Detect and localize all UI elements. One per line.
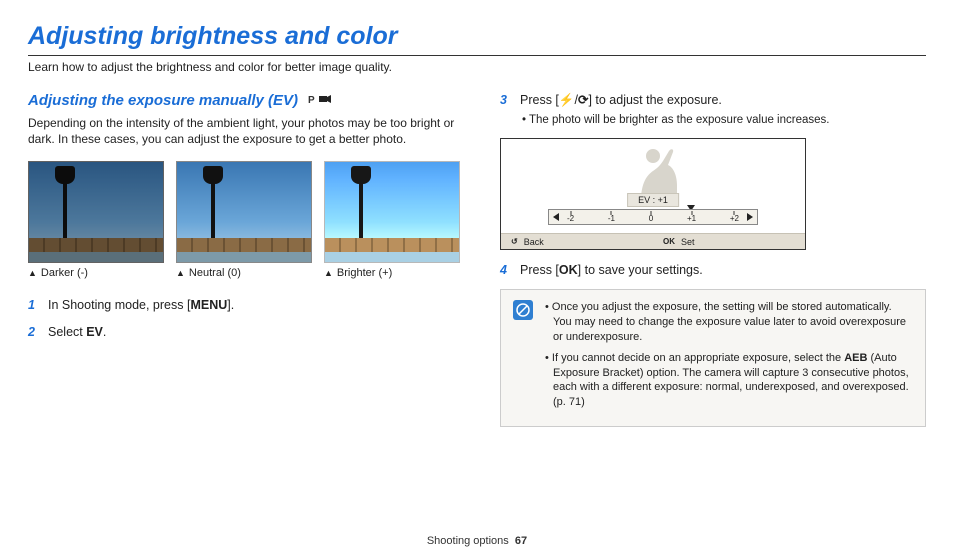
photo-darker-image [28,161,164,263]
step-3: 3 Press [⚡/⟳] to adjust the exposure. • … [500,92,926,128]
triangle-icon: ▲ [324,268,333,278]
mode-p-icon: P [308,95,315,106]
ev-tick: +2 [730,211,739,223]
back-icon: ↺ [511,237,518,246]
photo-darker [28,161,164,263]
flash-icon: ⚡ [559,93,575,107]
text: . [103,325,106,339]
timer-icon: ⟳ [578,93,588,107]
section-heading-text: Adjusting the exposure manually (EV) [28,92,298,109]
set-label: Set [681,237,695,247]
steps-right-top: 3 Press [⚡/⟳] to adjust the exposure. • … [500,92,926,128]
ev-slider: -2 -1 0 +1 +2 [548,209,758,225]
photo-neutral-image [176,161,312,263]
step-3-sub: • The photo will be brighter as the expo… [520,113,926,129]
text: Press [ [520,263,559,277]
back-label: Back [524,237,544,247]
text: Press [ [520,93,559,107]
screen-body: EV : +1 -2 -1 0 +1 +2 [501,139,805,233]
caption-brighter-text: Brighter (+) [337,267,392,279]
step-number: 3 [500,92,512,128]
ev-option-label: EV [86,325,103,339]
screen-set-hint: OK Set [653,234,805,249]
aeb-label: AEB [844,352,867,364]
text: ] to save your settings. [578,263,703,277]
footer-page-number: 67 [515,535,527,547]
section-heading-ev: Adjusting the exposure manually (EV) P [28,92,331,109]
title-divider [28,55,926,56]
example-photo-row [28,161,460,263]
ev-tick: -1 [608,211,615,223]
photo-brighter [324,161,460,263]
note-list: • Once you adjust the exposure, the sett… [543,300,913,416]
caption-row: ▲ Darker (-) ▲ Neutral (0) ▲ Brighter (+) [28,267,460,279]
footer-section: Shooting options [427,535,509,547]
step-1: 1 In Shooting mode, press [MENU]. [28,297,460,314]
step-number: 2 [28,324,40,341]
screen-back-hint: ↺ Back [501,234,653,249]
page-subtitle: Learn how to adjust the brightness and c… [28,60,926,74]
caption-darker-text: Darker (-) [41,267,88,279]
steps-right-bottom: 4 Press [OK] to save your settings. [500,262,926,279]
text: • If you cannot decide on an appropriate… [545,352,844,364]
caption-darker: ▲ Darker (-) [28,267,164,279]
page-footer: Shooting options 67 [0,535,954,547]
step-2: 2 Select EV. [28,324,460,341]
content-columns: Adjusting the exposure manually (EV) P D… [28,92,926,427]
ev-tick: +1 [687,211,696,223]
step-4: 4 Press [OK] to save your settings. [500,262,926,279]
menu-button-label: MENU [190,298,227,312]
caption-neutral: ▲ Neutral (0) [176,267,312,279]
left-column: Adjusting the exposure manually (EV) P D… [28,92,460,427]
camera-screen-preview: EV : +1 -2 -1 0 +1 +2 ↺ Back OK Set [500,138,806,250]
caption-brighter: ▲ Brighter (+) [324,267,460,279]
ev-tick: -2 [567,211,574,223]
mode-icons: P [308,95,331,106]
note-item-2: • If you cannot decide on an appropriate… [543,351,913,410]
ev-value-label: EV : +1 [627,193,679,207]
step-number: 1 [28,297,40,314]
text: ]. [227,298,234,312]
triangle-icon: ▲ [28,268,37,278]
note-box: • Once you adjust the exposure, the sett… [500,289,926,427]
page-title: Adjusting brightness and color [28,22,926,51]
ok-key-icon: OK [663,237,675,246]
right-column: 3 Press [⚡/⟳] to adjust the exposure. • … [500,92,926,427]
photo-neutral [176,161,312,263]
step-3-text: Press [⚡/⟳] to adjust the exposure. • Th… [520,92,926,128]
note-icon [513,300,533,320]
section-body-ev: Depending on the intensity of the ambien… [28,115,460,147]
steps-left: 1 In Shooting mode, press [MENU]. 2 Sele… [28,297,460,341]
step-number: 4 [500,262,512,279]
step-1-text: In Shooting mode, press [MENU]. [48,297,460,314]
triangle-icon: ▲ [176,268,185,278]
text: ] to adjust the exposure. [588,93,721,107]
screen-footer: ↺ Back OK Set [501,233,805,249]
note-item-1: • Once you adjust the exposure, the sett… [543,300,913,345]
ok-button-label: OK [559,263,578,277]
step-4-text: Press [OK] to save your settings. [520,262,926,279]
caption-neutral-text: Neutral (0) [189,267,241,279]
photo-brighter-image [324,161,460,263]
step-2-text: Select EV. [48,324,460,341]
ev-tick: 0 [649,211,653,223]
mode-movie-icon [319,95,331,105]
text: Select [48,325,86,339]
text: In Shooting mode, press [ [48,298,190,312]
